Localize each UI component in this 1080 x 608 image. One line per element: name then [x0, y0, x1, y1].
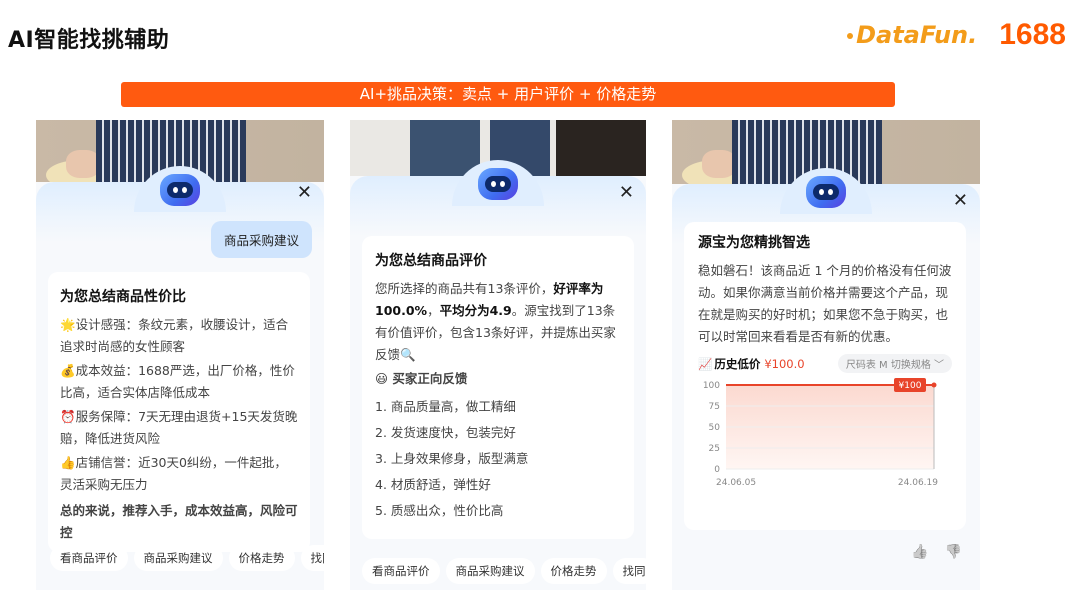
- review-summary-card: 为您总结商品评价 您所选择的商品共有13条评价，好评率为100.0%，平均分为4…: [362, 236, 634, 539]
- user-message-bubble: 商品采购建议: [210, 221, 312, 258]
- price-chart: 0 25 50 75 100 ¥100 24.06.05 24.06.19: [703, 378, 938, 488]
- chip-1[interactable]: 商品采购建议: [133, 545, 223, 571]
- summary-card: 为您总结商品性价比 🌟设计感强：条纹元素，收腰设计，适合追求时尚感的女性顾客 💰成…: [48, 272, 310, 552]
- feedback-item: 2. 发货速度快，包装完好: [375, 425, 516, 440]
- datafun-logo-text: DataFun.: [856, 21, 978, 49]
- panel-price-value: ✕ 商品采购建议 为您总结商品性价比 🌟设计感强：条纹元素，收腰设计，适合追求时…: [36, 120, 324, 590]
- brand-logos: DataFun. 1688: [847, 18, 1066, 52]
- close-icon[interactable]: ✕: [619, 182, 634, 203]
- summary-item-icon: 👍: [60, 455, 76, 470]
- chip-2[interactable]: 价格走势: [228, 545, 295, 571]
- end-label: ¥100: [899, 381, 922, 391]
- summary-item: 🌟设计感强：条纹元素，收腰设计，适合追求时尚感的女性顾客: [60, 317, 289, 354]
- thumb-down-icon[interactable]: 👎: [945, 544, 962, 560]
- feedback-item: 5. 质感出众，性价比高: [375, 503, 504, 518]
- feedback-actions: 👍 👎: [911, 544, 962, 560]
- logo-1688: 1688: [999, 18, 1066, 51]
- card-title: 为您总结商品评价: [375, 253, 487, 269]
- chip-2[interactable]: 价格走势: [540, 558, 607, 584]
- banner: AI+挑品决策：卖点 + 用户评价 + 价格走势: [121, 82, 895, 107]
- panel-price-trend: ✕ 源宝为您精挑智选 稳如磐石！该商品近 1 个月的价格没有任何波动。如果你满意…: [672, 120, 980, 590]
- positive-feedback-heading: 😃 买家正向反馈: [375, 371, 468, 386]
- smile-icon: 😃: [375, 371, 389, 386]
- feedback-item: 1. 商品质量高，做工精细: [375, 399, 516, 414]
- y-tick-label: 75: [709, 402, 720, 412]
- summary-item-icon: ⏰: [60, 409, 76, 424]
- quick-chips: 看商品评价商品采购建议价格走势找同: [362, 558, 646, 584]
- feedback-item: 4. 材质舒适，弹性好: [375, 477, 491, 492]
- panel-reviews: ✕ 为您总结商品评价 您所选择的商品共有13条评价，好评率为100.0%，平均分…: [350, 120, 646, 590]
- card-title: 为您总结商品性价比: [60, 289, 186, 305]
- quick-chips: 看商品评价商品采购建议价格走势找同: [50, 545, 324, 571]
- close-icon[interactable]: ✕: [297, 182, 312, 203]
- review-intro: 您所选择的商品共有13条评价，好评率为100.0%，平均分为4.9。源宝找到了1…: [375, 281, 616, 362]
- card-title: 源宝为您精挑智选: [698, 235, 810, 251]
- x-tick-label: 24.06.05: [716, 478, 756, 488]
- thumb-up-icon[interactable]: 👍: [911, 544, 928, 560]
- datafun-logo: DataFun.: [847, 21, 977, 49]
- y-tick-label: 25: [709, 444, 720, 454]
- slide-title: AI智能找挑辅助: [8, 28, 170, 53]
- assistant-sheet: ✕ 为您总结商品评价 您所选择的商品共有13条评价，好评率为100.0%，平均分…: [350, 160, 646, 590]
- chip-0[interactable]: 看商品评价: [50, 545, 128, 571]
- chip-0[interactable]: 看商品评价: [362, 558, 440, 584]
- mascot-icon: [806, 176, 846, 208]
- mascot-icon: [478, 168, 518, 200]
- summary-item-icon: 🌟: [60, 317, 76, 332]
- y-tick-label: 50: [709, 423, 721, 433]
- chip-3[interactable]: 找同: [612, 558, 646, 584]
- chart-icon: 📈: [698, 356, 713, 371]
- summary-item: 💰成本效益：1688严选，出厂价格，性价比高，适合实体店降低成本: [60, 363, 295, 400]
- close-icon[interactable]: ✕: [953, 190, 968, 211]
- pick-body: 稳如磐石！该商品近 1 个月的价格没有任何波动。如果你满意当前价格并需要这个产品…: [698, 263, 952, 344]
- mascot-icon: [160, 174, 200, 206]
- assistant-sheet: ✕ 源宝为您精挑智选 稳如磐石！该商品近 1 个月的价格没有任何波动。如果你满意…: [672, 168, 980, 590]
- chip-1[interactable]: 商品采购建议: [445, 558, 535, 584]
- pick-card: 源宝为您精挑智选 稳如磐石！该商品近 1 个月的价格没有任何波动。如果你满意当前…: [684, 222, 966, 530]
- chart-header: 📈 历史低价 ¥100.0 尺码表 M 切换规格 ﹀: [698, 354, 952, 373]
- chip-3[interactable]: 找同: [300, 545, 324, 571]
- end-point: [931, 382, 937, 388]
- slide: AI智能找挑辅助 DataFun. 1688 AI+挑品决策：卖点 + 用户评价…: [0, 0, 1080, 608]
- feedback-item: 3. 上身效果修身，版型满意: [375, 451, 529, 466]
- chart-label: 历史低价: [714, 356, 761, 371]
- assistant-sheet: ✕ 商品采购建议 为您总结商品性价比 🌟设计感强：条纹元素，收腰设计，适合追求时…: [36, 166, 324, 590]
- summary-item: ⏰服务保障：7天无理由退货+15天发货晚赔，降低进货风险: [60, 409, 298, 446]
- y-tick-label: 0: [714, 465, 720, 475]
- chart-value: ¥100.0: [764, 356, 805, 371]
- size-selector[interactable]: 尺码表 M 切换规格 ﹀: [837, 354, 952, 373]
- x-tick-label: 24.06.19: [898, 478, 938, 488]
- conclusion: 总的来说，推荐入手，成本效益高，风险可控: [60, 503, 298, 540]
- y-tick-label: 100: [703, 381, 720, 391]
- summary-item-icon: 💰: [60, 363, 76, 378]
- logo-dot-icon: [847, 33, 854, 39]
- summary-item: 👍店铺信誉：近30天0纠纷，一件起批，灵活采购无压力: [60, 455, 287, 492]
